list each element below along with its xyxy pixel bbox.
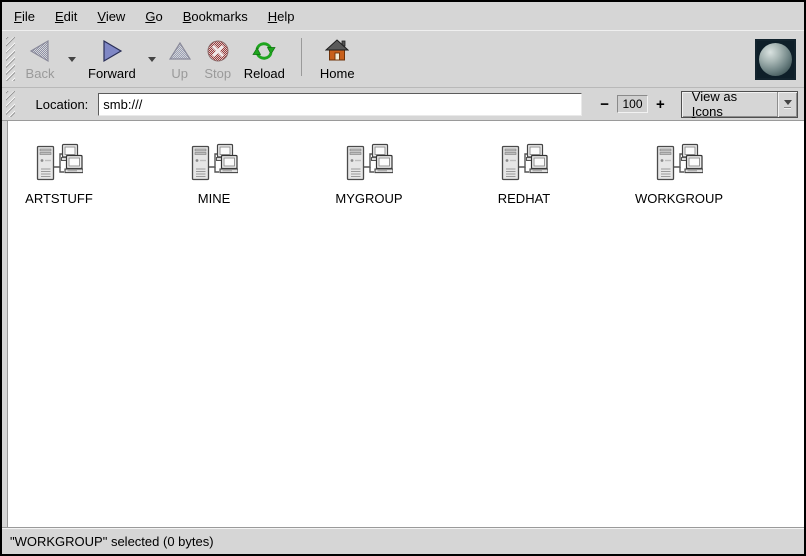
menu-help[interactable]: Help [258, 4, 305, 29]
dropdown-indicator-icon [778, 100, 797, 109]
back-button[interactable]: Back [18, 35, 62, 83]
zoom-level-indicator[interactable]: 100 [617, 95, 648, 113]
up-button[interactable]: Up [162, 35, 198, 83]
toolbar-separator [301, 38, 302, 76]
file-item-label: MINE [198, 191, 231, 206]
chevron-down-icon [148, 57, 156, 62]
file-item-artstuff[interactable]: ARTSTUFF [11, 143, 107, 206]
home-icon [325, 37, 349, 65]
file-item-workgroup[interactable]: WORKGROUP [631, 143, 727, 206]
location-bar: Location: − 100 + View as Icons [2, 87, 804, 120]
reload-label: Reload [244, 66, 285, 81]
menu-file[interactable]: File [4, 4, 45, 29]
forward-history-dropdown[interactable] [144, 39, 160, 79]
chevron-down-icon [68, 57, 76, 62]
back-icon [28, 37, 52, 65]
stop-label: Stop [204, 66, 231, 81]
location-label: Location: [36, 97, 89, 112]
up-label: Up [171, 66, 188, 81]
file-item-label: ARTSTUFF [25, 191, 93, 206]
zoom-control: − 100 + [596, 95, 669, 113]
locationbar-drag-handle[interactable] [6, 91, 15, 117]
network-workgroup-icon [656, 143, 703, 186]
menu-edit[interactable]: Edit [45, 4, 87, 29]
view-as-dropdown[interactable]: View as Icons [681, 91, 798, 118]
forward-label: Forward [88, 66, 136, 81]
back-history-dropdown[interactable] [64, 39, 80, 79]
status-bar: "WORKGROUP" selected (0 bytes) [2, 527, 804, 554]
file-manager-window: File Edit View Go Bookmarks Help Back [0, 0, 806, 556]
forward-icon [100, 37, 124, 65]
file-item-label: WORKGROUP [635, 191, 723, 206]
file-item-redhat[interactable]: REDHAT [476, 143, 572, 206]
network-workgroup-icon [191, 143, 238, 186]
file-item-mygroup[interactable]: MYGROUP [321, 143, 417, 206]
forward-button[interactable]: Forward [82, 35, 142, 83]
file-view[interactable]: ARTSTUFF [2, 120, 804, 527]
file-item-label: MYGROUP [335, 191, 402, 206]
location-input[interactable] [98, 93, 582, 116]
reload-button[interactable]: Reload [238, 35, 291, 83]
network-workgroup-icon [346, 143, 393, 186]
file-item-label: REDHAT [498, 191, 550, 206]
menu-view[interactable]: View [87, 4, 135, 29]
zoom-in-button[interactable]: + [652, 96, 669, 113]
icon-grid: ARTSTUFF [2, 121, 804, 206]
view-as-label: View as Icons [692, 89, 777, 119]
network-workgroup-icon [36, 143, 83, 186]
up-icon [168, 37, 192, 65]
menu-go[interactable]: Go [135, 4, 172, 29]
home-label: Home [320, 66, 355, 81]
home-button[interactable]: Home [314, 35, 361, 83]
reload-icon [252, 37, 276, 65]
back-label: Back [26, 66, 55, 81]
content-left-gutter [2, 121, 8, 527]
stop-button[interactable]: Stop [198, 35, 238, 83]
status-text: "WORKGROUP" selected (0 bytes) [10, 534, 214, 549]
toolbar: Back Forward [2, 30, 804, 87]
zoom-out-button[interactable]: − [596, 96, 613, 113]
stop-icon [206, 37, 230, 65]
toolbar-drag-handle[interactable] [6, 37, 15, 81]
menubar: File Edit View Go Bookmarks Help [2, 2, 804, 30]
throbber-icon [755, 39, 796, 80]
network-workgroup-icon [501, 143, 548, 186]
menu-bookmarks[interactable]: Bookmarks [173, 4, 258, 29]
file-item-mine[interactable]: MINE [166, 143, 262, 206]
